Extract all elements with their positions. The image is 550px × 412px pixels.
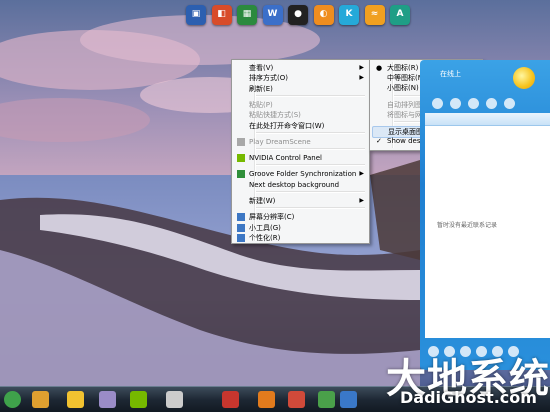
menu-separator (256, 131, 365, 134)
a-app-icon[interactable]: A (390, 5, 410, 25)
red-app-icon[interactable] (222, 391, 239, 408)
qq-weather-sun-icon (513, 67, 535, 89)
submenu-arrow-icon: ▶ (359, 74, 364, 82)
menu-item[interactable]: 查看(V) ▶ (234, 63, 367, 73)
menu-item-icon (237, 233, 245, 242)
word-icon[interactable]: W (262, 5, 283, 25)
menu-item-icon (237, 223, 245, 232)
swirl-app-icon[interactable]: ≈ (364, 5, 385, 25)
spreadsheet-icon[interactable]: ▦ (237, 5, 257, 25)
qq-tab-strip[interactable] (425, 113, 550, 126)
qq-tool-icon[interactable] (504, 98, 515, 109)
qq-contact-list: 暂时没有最近联系记录 (425, 113, 550, 338)
qq-empty-text: 暂时没有最近联系记录 (437, 222, 498, 229)
desktop[interactable]: ▣ ◧ ▦ W ● ◐ K ≈ A 查看(V) ▶ 排序方式(O) ▶ 刷新(E) 粘贴(P) 粘贴快捷方式… (0, 0, 550, 412)
computer-icon[interactable]: ▣ (186, 5, 206, 25)
menu-item-icon (237, 137, 245, 146)
menu-item-label: 屏幕分辨率(C) (249, 213, 295, 222)
menu-item[interactable]: 刷新(E) (234, 84, 367, 94)
submenu-arrow-icon: ▶ (359, 64, 364, 71)
menu-item-icon (237, 154, 245, 163)
orange-app-icon[interactable]: ◐ (313, 5, 334, 25)
menu-item[interactable]: Next desktop background (234, 180, 367, 190)
menu-item-label: 粘贴快捷方式(S) (249, 111, 301, 120)
window-icon[interactable] (99, 391, 116, 408)
radio-bullet-icon: ● (376, 64, 383, 72)
blue-app-icon[interactable] (340, 391, 357, 408)
menu-item[interactable]: 新建(W) ▶ (234, 196, 367, 206)
menu-separator (256, 164, 365, 167)
menu-item[interactable]: 在此处打开命令窗口(W) (234, 121, 367, 131)
qq-tool-icon[interactable] (486, 98, 497, 109)
menu-item-icon (237, 170, 245, 179)
menu-item-label: 个性化(R) (249, 233, 281, 242)
menu-item[interactable]: 排序方式(O) ▶ (234, 73, 367, 83)
qq-tool-icon[interactable] (432, 98, 443, 109)
dock-glyph: W (267, 9, 278, 19)
submenu-arrow-icon: ▶ (359, 197, 364, 204)
menu-separator (256, 191, 365, 193)
menu-item-label: 查看(V) (249, 64, 274, 72)
nvidia-taskbar-icon[interactable] (130, 391, 147, 408)
dock-glyph: A (396, 9, 404, 19)
dock-glyph: ● (294, 9, 302, 19)
dock-glyph: ◧ (217, 9, 226, 19)
menu-item-label: 新建(W) (249, 197, 276, 205)
menu-item[interactable]: 粘贴快捷方式(S) (234, 110, 367, 120)
menu-item-label: 排序方式(O) (249, 74, 288, 83)
menu-item[interactable]: Play DreamScene (234, 137, 367, 147)
red-app2-icon[interactable] (288, 391, 305, 408)
dock-glyph: ▦ (242, 9, 252, 19)
menu-item-label: Next desktop background (249, 180, 340, 189)
menu-item-label: Play DreamScene (249, 137, 311, 146)
menu-item-label: 在此处打开命令窗口(W) (249, 121, 325, 130)
menu-item-label: 小图标(N) (387, 84, 419, 93)
dock-glyph: ≈ (370, 9, 379, 19)
checkmark-icon: ✓ (376, 137, 382, 146)
qq-panel: 暂时没有最近联系记录 (420, 60, 550, 370)
menu-separator (256, 94, 365, 97)
media-player-icon[interactable] (32, 391, 49, 408)
orange-taskbar-icon[interactable] (258, 391, 275, 408)
qq-taskbar-icon[interactable] (67, 391, 84, 408)
menu-separator (256, 148, 365, 151)
presentation-icon[interactable]: ◧ (211, 5, 232, 25)
green-app-icon[interactable] (318, 391, 335, 408)
menu-item-label: Groove Folder Synchronization (249, 170, 357, 179)
menu-separator (256, 207, 365, 210)
menu-item[interactable]: 小工具(G) (234, 223, 367, 233)
menu-item-label: 刷新(E) (249, 84, 273, 93)
menu-item[interactable]: NVIDIA Control Panel (234, 153, 367, 163)
watermark-url: DadiGhost.com (400, 388, 537, 407)
menu-item-label: 小工具(G) (249, 223, 281, 232)
menu-item[interactable]: 个性化(R) (234, 233, 367, 243)
qq-tool-icon[interactable] (468, 98, 479, 109)
menu-item[interactable]: 屏幕分辨率(C) (234, 212, 367, 222)
menu-item-icon (237, 213, 245, 222)
dock-glyph: ▣ (191, 9, 201, 19)
qq-tool-icon[interactable] (450, 98, 461, 109)
menu-item[interactable]: 粘贴(P) (234, 100, 367, 110)
menu-item-label: NVIDIA Control Panel (249, 154, 322, 163)
menu-item[interactable]: Groove Folder Synchronization ▶ (234, 169, 367, 179)
dock-glyph: K (345, 9, 353, 19)
dock-glyph: ◐ (319, 9, 328, 19)
submenu-arrow-icon: ▶ (359, 170, 364, 178)
qq-penguin-icon[interactable]: ● (288, 5, 308, 25)
desktop-context-menu: 查看(V) ▶ 排序方式(O) ▶ 刷新(E) 粘贴(P) 粘贴快捷方式(S) 在此处打开命令… (231, 59, 370, 244)
k-app-icon[interactable]: K (339, 5, 359, 25)
qq-status-label[interactable]: 在线上 (440, 69, 461, 79)
menu-item-label: 大图标(R) (387, 64, 419, 72)
menu-item-label: 粘贴(P) (249, 100, 273, 109)
start-orb-icon[interactable] (4, 391, 21, 408)
globe-icon[interactable] (166, 391, 183, 408)
